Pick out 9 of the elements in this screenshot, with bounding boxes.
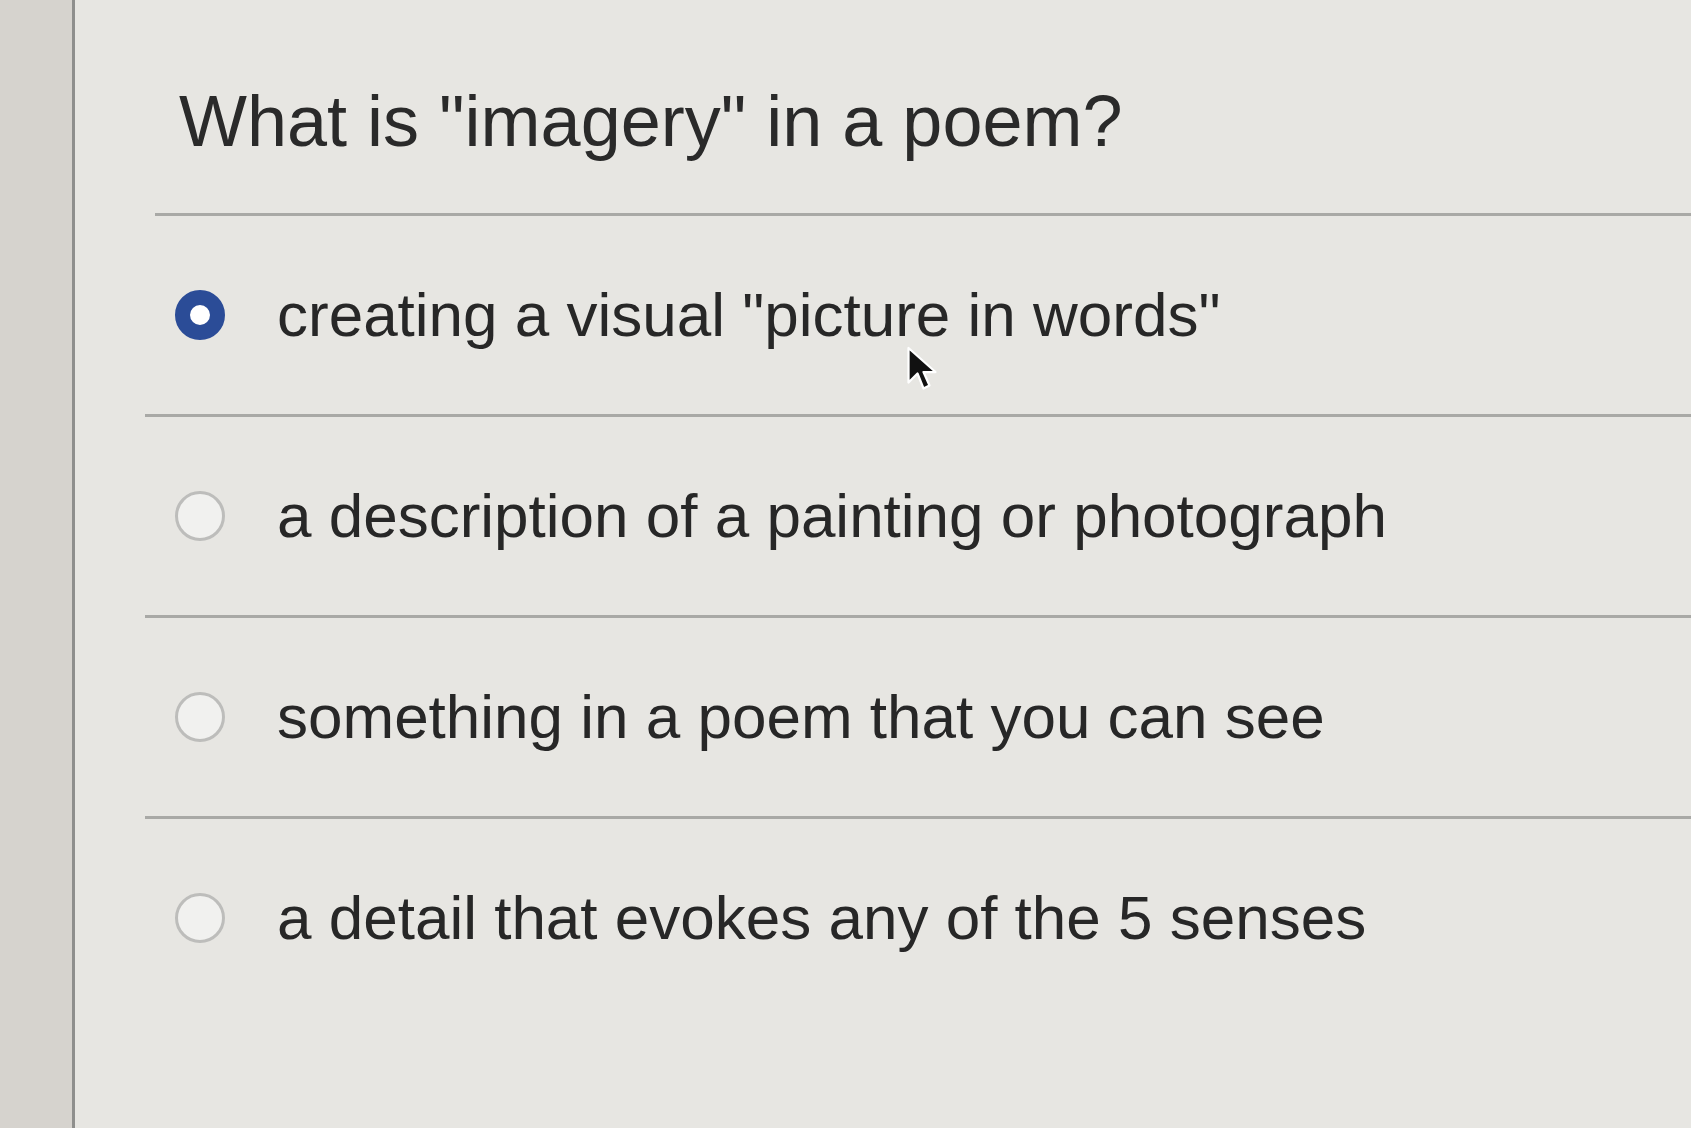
radio-button[interactable] <box>175 491 225 541</box>
radio-button[interactable] <box>175 290 225 340</box>
option-text: a description of a painting or photograph <box>277 480 1387 552</box>
radio-button[interactable] <box>175 893 225 943</box>
option-text: a detail that evokes any of the 5 senses <box>277 882 1367 954</box>
question-text: What is "imagery" in a poem? <box>178 80 1124 163</box>
option-text: creating a visual "picture in words" <box>277 279 1221 351</box>
radio-button[interactable] <box>175 692 225 742</box>
option-text: something in a poem that you can see <box>277 681 1325 753</box>
